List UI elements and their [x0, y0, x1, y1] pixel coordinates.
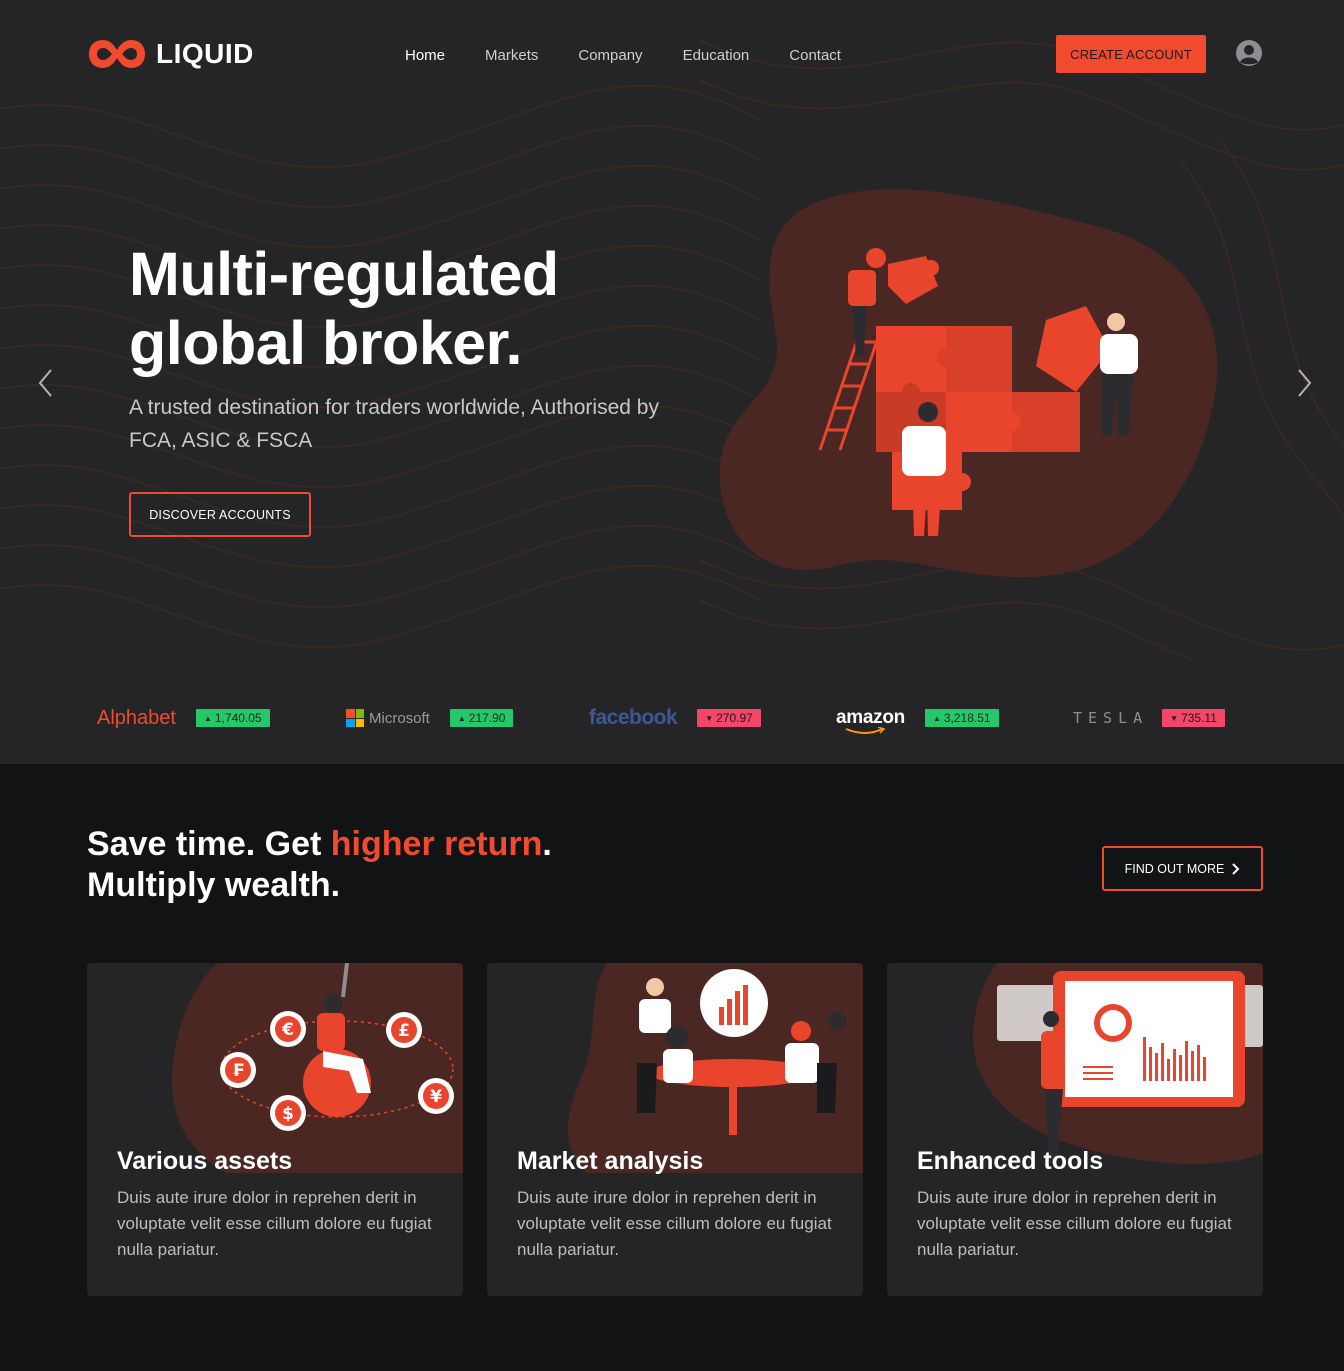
company-logo: Alphabet [97, 706, 176, 729]
triangle-up-icon: ▲ [457, 713, 466, 723]
triangle-down-icon: ▼ [705, 713, 714, 723]
section-title-part1: Save time. Get [87, 825, 331, 863]
company-logo: amazon [836, 707, 905, 734]
find-out-more-button[interactable]: FIND OUT MORE [1102, 846, 1263, 891]
card-title: Market analysis [517, 1147, 704, 1175]
company-logo: facebook [589, 706, 678, 729]
hero-title-line2: global broker. [129, 309, 523, 377]
section-title: Save time. Get higher return. Multiply w… [87, 824, 552, 906]
company-name: amazon [836, 707, 905, 728]
svg-text:€: € [281, 1020, 294, 1040]
svg-text:₣: ₣ [232, 1061, 244, 1081]
hero-section: LIQUID Home Markets Company Education Co… [0, 0, 1344, 764]
nav-home[interactable]: Home [405, 47, 445, 64]
hero-title: Multi-regulated global broker. [129, 240, 559, 378]
nav-markets[interactable]: Markets [485, 47, 538, 64]
svg-text:£: £ [398, 1021, 410, 1041]
stock-ticker: Alphabet ▲ 1,740.05 Microsoft ▲ 217.90 fac… [0, 690, 1344, 746]
ticker-item[interactable]: Alphabet ▲ 1,740.05 [97, 690, 270, 746]
feature-card-analysis[interactable]: Market analysis Duis aute irure dolor in… [487, 963, 863, 1296]
svg-text:¥: ¥ [430, 1087, 442, 1107]
svg-text:$: $ [282, 1104, 294, 1124]
amazon-smile-icon [845, 727, 886, 734]
price-badge: ▲ 3,218.51 [924, 709, 999, 727]
coin-dollar-icon: $ [270, 1095, 306, 1131]
section-title-part2: . [542, 825, 552, 863]
price-value: 735.11 [1181, 711, 1217, 725]
triangle-down-icon: ▼ [1170, 713, 1179, 723]
currency-illustration: € £ ₣ $ ¥ [171, 963, 463, 1173]
card-text: Duis aute irure dolor in reprehen derit … [517, 1188, 832, 1259]
hero-subtitle: A trusted destination for traders worldw… [129, 396, 659, 452]
ticker-item[interactable]: Microsoft ▲ 217.90 [346, 690, 514, 746]
puzzle-team-illustration [719, 189, 1218, 578]
price-value: 270.97 [716, 711, 753, 725]
brand-logo[interactable]: LIQUID [87, 36, 254, 72]
ticker-item[interactable]: TESLA ▼ 735.11 [1073, 690, 1225, 746]
coin-yen-icon: ¥ [418, 1078, 454, 1114]
ticker-item[interactable]: amazon ▲ 3,218.51 [836, 690, 999, 746]
company-logo: TESLA [1073, 709, 1149, 727]
find-out-more-label: FIND OUT MORE [1124, 861, 1225, 876]
main-nav: Home Markets Company Education Contact [405, 47, 881, 64]
card-title: Various assets [117, 1147, 293, 1175]
nav-company[interactable]: Company [578, 47, 642, 64]
card-text: Duis aute irure dolor in reprehen derit … [917, 1188, 1232, 1259]
infinity-logo-icon [89, 40, 145, 68]
discover-accounts-button[interactable]: DISCOVER ACCOUNTS [129, 492, 311, 537]
card-text: Duis aute irure dolor in reprehen derit … [117, 1188, 432, 1259]
company-logo: Microsoft [346, 709, 430, 727]
card-title: Enhanced tools [917, 1147, 1104, 1175]
price-value: 217.90 [468, 711, 506, 725]
dashboard-illustration [972, 963, 1263, 1164]
coin-euro-icon: € [270, 1011, 306, 1047]
triangle-up-icon: ▲ [932, 713, 941, 723]
microsoft-icon [346, 709, 364, 727]
price-badge: ▲ 1,740.05 [195, 709, 270, 727]
create-account-button[interactable]: CREATE ACCOUNT [1056, 35, 1206, 73]
user-avatar-icon[interactable] [1235, 39, 1263, 67]
company-name: Microsoft [369, 709, 430, 727]
price-badge: ▼ 735.11 [1162, 709, 1225, 727]
chevron-right-icon [1232, 862, 1240, 875]
feature-card-tools[interactable]: Enhanced tools Duis aute irure dolor in … [887, 963, 1263, 1296]
price-value: 1,740.05 [214, 711, 262, 725]
coin-franc-icon: ₣ [220, 1052, 256, 1088]
hero-title-line1: Multi-regulated [129, 240, 559, 308]
nav-education[interactable]: Education [683, 47, 750, 64]
ticker-item[interactable]: facebook ▼ 270.97 [589, 690, 761, 746]
price-badge: ▼ 270.97 [697, 709, 761, 727]
section-title-highlight: higher return [330, 825, 543, 863]
carousel-next-icon[interactable] [1294, 368, 1314, 398]
triangle-up-icon: ▲ [203, 713, 212, 723]
brand-name: LIQUID [156, 38, 254, 69]
feature-card-assets[interactable]: € £ ₣ $ ¥ Various assets Duis aute irure… [87, 963, 463, 1296]
carousel-prev-icon[interactable] [36, 368, 56, 398]
nav-contact[interactable]: Contact [789, 47, 841, 64]
coin-pound-icon: £ [386, 1012, 422, 1048]
price-value: 3,218.51 [943, 711, 991, 725]
section-title-line2: Multiply wealth. [87, 866, 341, 904]
price-badge: ▲ 217.90 [449, 709, 514, 727]
meeting-illustration [567, 963, 863, 1173]
